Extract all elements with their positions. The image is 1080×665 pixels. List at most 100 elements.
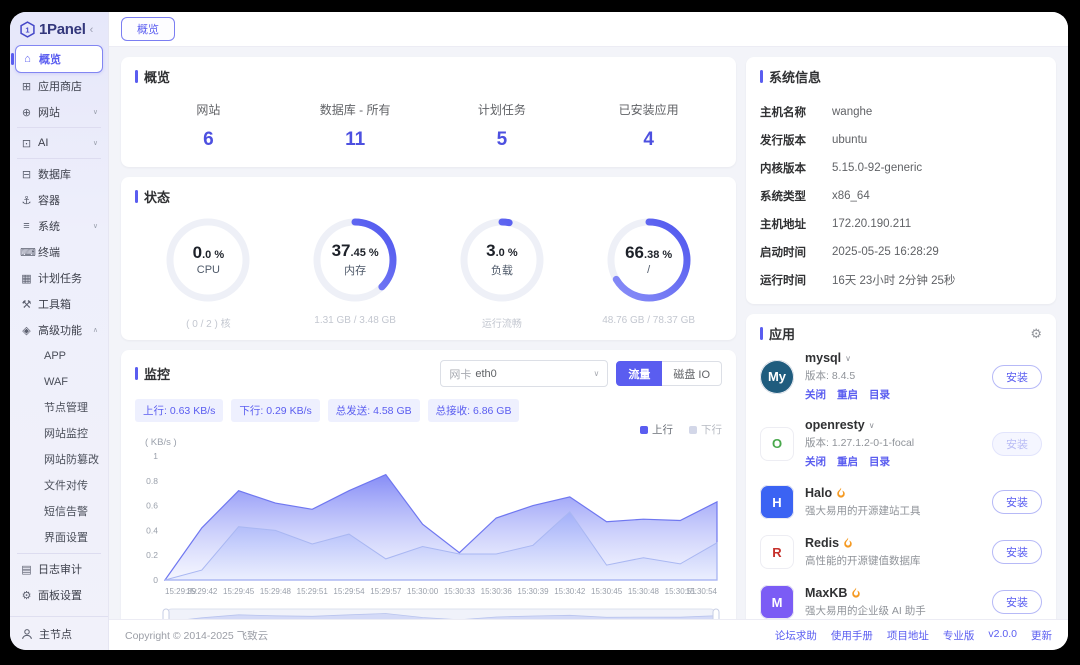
select-prefix: 网卡	[449, 366, 471, 382]
sidebar-item-container[interactable]: ⚓容器	[15, 187, 103, 213]
app-name[interactable]: Redis	[805, 536, 981, 550]
footer-link[interactable]: v2.0.0	[988, 628, 1017, 643]
traffic-badges: 上行: 0.63 KB/s下行: 0.29 KB/s总发送: 4.58 GB总接…	[135, 399, 722, 422]
gauge-label: CPU	[197, 264, 220, 276]
app-logo-mysql-icon: My	[760, 360, 794, 394]
app-name[interactable]: Halo	[805, 486, 981, 500]
footer-link[interactable]: 更新	[1031, 628, 1052, 643]
sidebar-item-ai[interactable]: ⊡AI∨	[15, 130, 103, 156]
install-button-halo[interactable]: 安装	[992, 490, 1042, 514]
advanced-icon: ◈	[20, 324, 33, 337]
app-action-link[interactable]: 关闭	[805, 387, 826, 402]
app-action-link[interactable]: 重启	[837, 454, 858, 469]
app-row-redis: RRedis高性能的开源键值数据库安装	[760, 527, 1042, 577]
sysinfo-value: 16天 23小时 2分钟 25秒	[832, 272, 955, 288]
sidebar-subitem-waf[interactable]: WAF	[15, 369, 103, 395]
terminal-icon: ⌨	[20, 246, 33, 259]
app-name[interactable]: mysql∨	[805, 351, 981, 365]
footer-link[interactable]: 论坛求助	[775, 628, 817, 643]
sidebar-subitem-app[interactable]: APP	[15, 343, 103, 369]
svg-text:15:29:51: 15:29:51	[297, 587, 329, 596]
sidebar-subitem-site-monitor[interactable]: 网站监控	[15, 421, 103, 447]
app-action-link[interactable]: 关闭	[805, 454, 826, 469]
gauge-value: 37.45 %内存	[307, 212, 403, 308]
footer-link[interactable]: 使用手册	[831, 628, 873, 643]
gauge-/: 66.38 %/48.76 GB / 78.37 GB	[575, 212, 722, 330]
sysinfo-label: 系统类型	[760, 188, 832, 204]
svg-text:0.4: 0.4	[146, 525, 158, 535]
flame-icon	[851, 587, 861, 599]
sysinfo-label: 主机名称	[760, 104, 832, 120]
network-interface-select[interactable]: 网卡 eth0 ∨	[440, 360, 608, 387]
app-row-mysql: Mymysql∨版本: 8.4.5关闭重启目录安装	[760, 343, 1042, 410]
legend-label: 下行	[701, 422, 722, 437]
gear-icon[interactable]: ⚙	[1030, 326, 1042, 342]
sidebar-item-toolbox[interactable]: ⚒工具箱	[15, 291, 103, 317]
sidebar-item-system[interactable]: ≡系统∨	[15, 213, 103, 239]
sidebar-item-website[interactable]: ⊕网站∨	[15, 99, 103, 125]
app-actions: 关闭重启目录	[805, 387, 981, 402]
sidebar-nav: ⌂ 概览 ⊞应用商店⊕网站∨ ⊡AI∨ ⊟数据库⚓容器≡系统∨⌨终端▦计划任务⚒工具箱 ◈…	[10, 45, 108, 616]
sidebar-collapse-icon[interactable]: ‹	[90, 24, 94, 36]
sidebar-subitem-node-manage[interactable]: 节点管理	[15, 395, 103, 421]
sidebar-item-label: 面板设置	[38, 587, 82, 603]
gauge-label: 内存	[344, 262, 366, 278]
gauge-subtext: ( 0 / 2 ) 核	[186, 315, 230, 330]
sysinfo-row: 主机地址172.20.190.211	[760, 210, 1042, 238]
master-node-button[interactable]: 主节点	[10, 616, 108, 650]
app-name[interactable]: openresty∨	[805, 418, 981, 432]
legend-item-下行[interactable]: 下行	[689, 422, 722, 437]
app-action-link[interactable]: 目录	[869, 454, 890, 469]
sidebar-item-terminal[interactable]: ⌨终端	[15, 239, 103, 265]
stat-item[interactable]: 数据库 - 所有11	[282, 101, 429, 151]
install-button-maxkb[interactable]: 安装	[992, 590, 1042, 614]
stat-item[interactable]: 计划任务5	[429, 101, 576, 151]
sidebar-item-database[interactable]: ⊟数据库	[15, 161, 103, 187]
app-logo-redis-icon: R	[760, 535, 794, 569]
sidebar-item-log-audit[interactable]: ▤日志审计	[15, 556, 103, 582]
gauge-label: 负载	[491, 262, 513, 278]
sidebar-item-app-store[interactable]: ⊞应用商店	[15, 73, 103, 99]
tab-overview[interactable]: 概览	[121, 17, 175, 41]
sidebar-item-label: 概览	[39, 51, 61, 67]
flame-icon	[843, 537, 853, 549]
sidebar: 1 1Panel ‹ ⌂概览⊞应用商店⊕网站∨⊡AI∨⊟数据库⚓容器≡系统∨⌨终…	[10, 12, 109, 650]
traffic-badge: 下行: 0.29 KB/s	[231, 399, 319, 422]
cronjob-icon: ▦	[20, 272, 33, 285]
mode-button-traffic[interactable]: 流量	[616, 361, 662, 386]
sidebar-subitem-tamper-proof[interactable]: 网站防篡改	[15, 447, 103, 473]
sysinfo-rows: 主机名称wanghe发行版本ubuntu内核版本5.15.0-92-generi…	[760, 98, 1042, 294]
sidebar-item-panel-settings[interactable]: ⚙面板设置	[15, 582, 103, 608]
chevron-down-icon: ∨	[593, 369, 599, 378]
overview-icon: ⌂	[21, 53, 34, 65]
gauge-ring: 66.38 %/	[601, 212, 697, 308]
install-button-redis[interactable]: 安装	[992, 540, 1042, 564]
sidebar-subitem-file-transfer[interactable]: 文件对传	[15, 473, 103, 499]
install-button-mysql[interactable]: 安装	[992, 365, 1042, 389]
sidebar-subitem-sms-alert[interactable]: 短信告警	[15, 499, 103, 525]
gauge-内存: 37.45 %内存1.31 GB / 3.48 GB	[282, 212, 429, 330]
install-button-openresty[interactable]: 安装	[992, 432, 1042, 456]
footer-link[interactable]: 专业版	[943, 628, 975, 643]
sidebar-subitem-ui-settings[interactable]: 界面设置	[15, 525, 103, 551]
master-node-label: 主节点	[39, 626, 72, 642]
svg-text:0: 0	[153, 575, 158, 585]
mode-button-disk-io[interactable]: 磁盘 IO	[662, 361, 722, 386]
app-name[interactable]: MaxKB	[805, 586, 981, 600]
legend-item-上行[interactable]: 上行	[640, 422, 673, 437]
traffic-badge: 上行: 0.63 KB/s	[135, 399, 223, 422]
sidebar-item-cronjob[interactable]: ▦计划任务	[15, 265, 103, 291]
footer-link[interactable]: 项目地址	[887, 628, 929, 643]
sidebar-item-label: 系统	[38, 218, 60, 234]
sidebar-item-label: 高级功能	[38, 322, 82, 338]
legend-marker	[640, 426, 648, 434]
stat-item[interactable]: 已安装应用4	[575, 101, 722, 151]
container-icon: ⚓	[20, 194, 33, 207]
sidebar-item-label: 工具箱	[38, 296, 71, 312]
app-action-link[interactable]: 重启	[837, 387, 858, 402]
stat-item[interactable]: 网站6	[135, 101, 282, 151]
sidebar-item-advanced[interactable]: ◈高级功能∧	[15, 317, 103, 343]
app-action-link[interactable]: 目录	[869, 387, 890, 402]
sidebar-item-overview[interactable]: ⌂ 概览	[15, 45, 103, 73]
chart-zoom-slider[interactable]	[135, 607, 722, 619]
